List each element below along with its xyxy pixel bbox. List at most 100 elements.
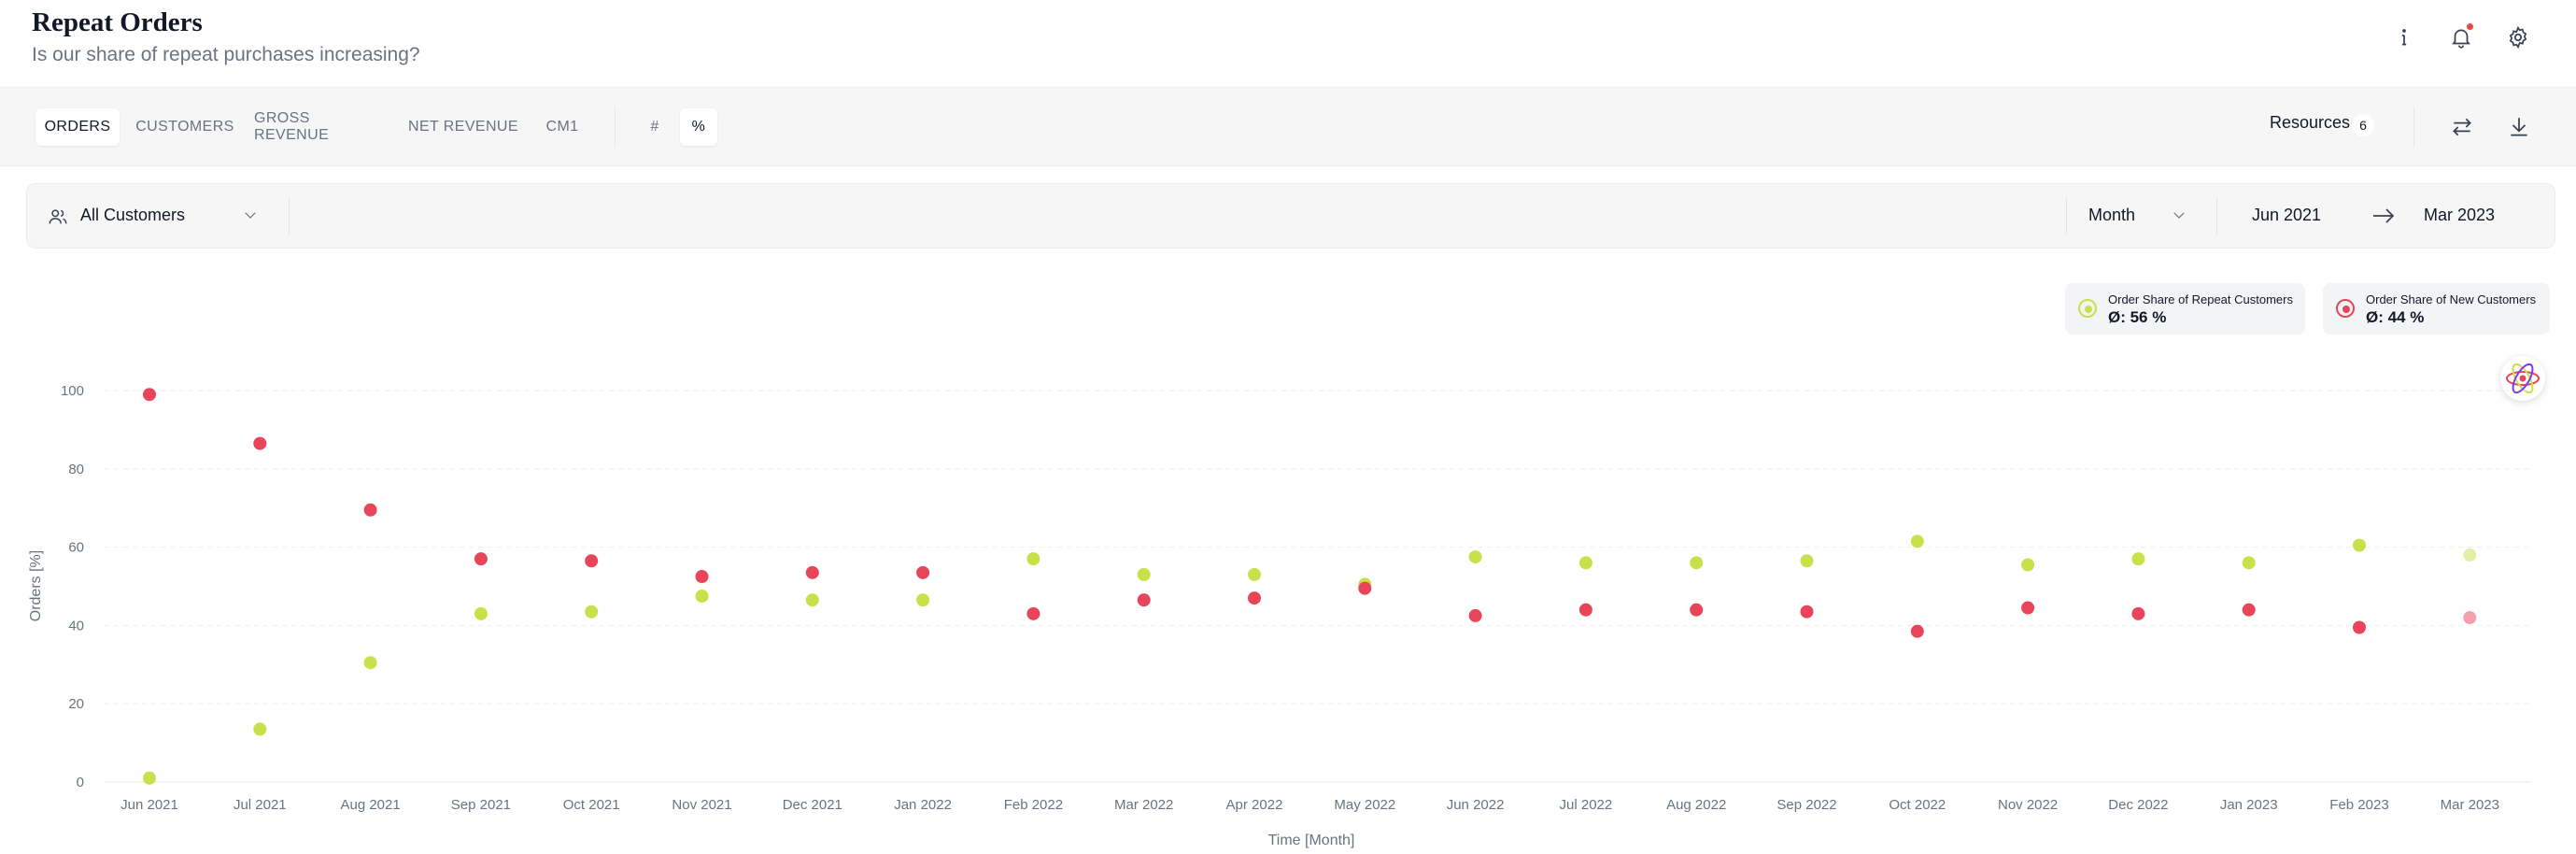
arrow-right-icon (2373, 208, 2395, 223)
data-point-repeat[interactable] (2353, 538, 2366, 552)
data-point-repeat[interactable] (363, 656, 377, 670)
data-point-repeat[interactable] (695, 589, 709, 603)
tab-customers[interactable]: CUSTOMERS (134, 108, 235, 146)
data-point-repeat[interactable] (805, 593, 819, 607)
resources-button[interactable]: Resources (2270, 113, 2350, 133)
tab-orders[interactable]: ORDERS (35, 108, 120, 146)
legend-item-repeat[interactable]: Order Share of Repeat Customers Ø: 56 % (2065, 283, 2305, 334)
tab-cm1[interactable]: CM1 (538, 108, 587, 146)
data-point-new[interactable] (1358, 581, 1372, 595)
divider (2066, 197, 2067, 235)
x-tick-label: Mar 2023 (2441, 797, 2499, 813)
data-point-repeat[interactable] (2021, 558, 2035, 572)
chevron-down-icon[interactable] (242, 206, 259, 223)
data-point-repeat[interactable] (1800, 554, 1814, 568)
data-point-new[interactable] (363, 503, 377, 517)
data-point-new[interactable] (2353, 620, 2366, 634)
date-from-input[interactable]: Jun 2021 (2252, 206, 2321, 225)
x-tick-label: Sep 2022 (1776, 797, 1836, 813)
chevron-down-icon[interactable] (2171, 206, 2187, 223)
data-point-new[interactable] (805, 565, 819, 579)
divider (2216, 197, 2217, 235)
x-tick-label: Oct 2021 (563, 797, 620, 813)
data-point-new[interactable] (1800, 605, 1814, 619)
unit-percent-tab[interactable]: % (680, 108, 717, 146)
x-tick-label: Jun 2021 (120, 797, 178, 813)
data-point-new[interactable] (1468, 608, 1482, 622)
data-point-repeat[interactable] (1248, 567, 1261, 581)
customer-segment-select[interactable]: All Customers (80, 206, 185, 225)
info-icon[interactable] (2387, 21, 2421, 54)
metric-toolbar: ORDERS CUSTOMERS GROSS REVENUE NET REVEN… (0, 87, 2576, 166)
date-to-input[interactable]: Mar 2023 (2424, 206, 2495, 225)
legend-marker (2078, 299, 2097, 318)
y-tick-label: 100 (61, 383, 84, 399)
data-point-repeat[interactable] (1468, 550, 1482, 564)
data-point-new[interactable] (695, 570, 709, 584)
scatter-chart: Orders [%] Time [Month] 0 20 40 60 80 100 Jun … (28, 383, 2531, 848)
data-point-repeat[interactable] (1690, 556, 1704, 570)
page-title: Repeat Orders (32, 7, 203, 37)
users-icon (49, 209, 67, 224)
data-point-repeat[interactable] (1026, 552, 1040, 566)
data-point-repeat[interactable] (916, 593, 930, 607)
data-point-repeat[interactable] (1910, 534, 1924, 548)
data-point-new[interactable] (1026, 606, 1040, 620)
gear-icon[interactable] (2501, 21, 2535, 54)
x-tick-label: Nov 2021 (672, 797, 731, 813)
data-point-repeat[interactable] (2131, 552, 2145, 566)
notification-dot (2467, 23, 2473, 30)
y-tick-label: 40 (68, 618, 84, 633)
tab-net-revenue[interactable]: NET REVENUE (405, 108, 521, 146)
granularity-select[interactable]: Month (2088, 206, 2135, 225)
bell-icon[interactable] (2444, 21, 2478, 54)
data-point-new[interactable] (1578, 603, 1592, 617)
legend-average: Ø: 44 % (2366, 308, 2425, 326)
data-point-new[interactable] (1910, 624, 1924, 638)
data-point-new[interactable] (2463, 611, 2477, 625)
data-point-new[interactable] (916, 565, 930, 579)
download-icon[interactable] (2502, 110, 2536, 144)
x-tick-label: Jul 2021 (234, 797, 287, 813)
data-point-repeat[interactable] (585, 605, 599, 619)
data-point-new[interactable] (2021, 601, 2035, 615)
data-point-repeat[interactable] (143, 771, 156, 785)
data-point-new[interactable] (474, 552, 488, 566)
page-header: Repeat Orders Is our share of repeat pur… (0, 0, 2576, 86)
x-tick-label: Aug 2021 (340, 797, 400, 813)
data-point-repeat[interactable] (1578, 556, 1592, 570)
data-point-new[interactable] (1248, 591, 1261, 605)
legend-series-name: Order Share of Repeat Customers (2108, 292, 2293, 306)
x-tick-label: Nov 2022 (1998, 797, 2058, 813)
tab-gross-revenue[interactable]: GROSS REVENUE (254, 108, 389, 146)
y-tick-label: 80 (68, 462, 84, 477)
x-tick-label: Jan 2023 (2220, 797, 2278, 813)
data-point-repeat[interactable] (1137, 567, 1151, 581)
data-point-repeat[interactable] (253, 722, 267, 736)
data-point-new[interactable] (253, 436, 267, 450)
data-point-new[interactable] (1690, 603, 1704, 617)
legend-item-new[interactable]: Order Share of New Customers Ø: 44 % (2323, 283, 2550, 334)
data-point-repeat[interactable] (2242, 556, 2256, 570)
data-point-new[interactable] (1137, 593, 1151, 607)
swap-icon[interactable] (2445, 110, 2479, 144)
data-point-new[interactable] (143, 388, 156, 402)
x-tick-label: Dec 2022 (2108, 797, 2168, 813)
legend-average: Ø: 56 % (2108, 308, 2167, 326)
filter-bar: All Customers Month Jun 2021 Mar 2023 (26, 183, 2555, 249)
data-point-new[interactable] (585, 554, 599, 568)
data-point-repeat[interactable] (474, 606, 488, 620)
unit-absolute-tab[interactable]: # (639, 108, 671, 146)
data-point-repeat[interactable] (2463, 548, 2477, 562)
x-tick-label: Jan 2022 (894, 797, 952, 813)
x-tick-label: Mar 2022 (1114, 797, 1173, 813)
legend-marker (2336, 299, 2355, 318)
page-subtitle: Is our share of repeat purchases increas… (32, 44, 420, 65)
x-tick-label: Aug 2022 (1666, 797, 1726, 813)
legend-series-name: Order Share of New Customers (2366, 292, 2537, 306)
data-point-new[interactable] (2131, 606, 2145, 620)
x-tick-label: Dec 2021 (783, 797, 842, 813)
divider (289, 197, 290, 235)
x-tick-label: Feb 2022 (1004, 797, 1063, 813)
data-point-new[interactable] (2242, 603, 2256, 617)
